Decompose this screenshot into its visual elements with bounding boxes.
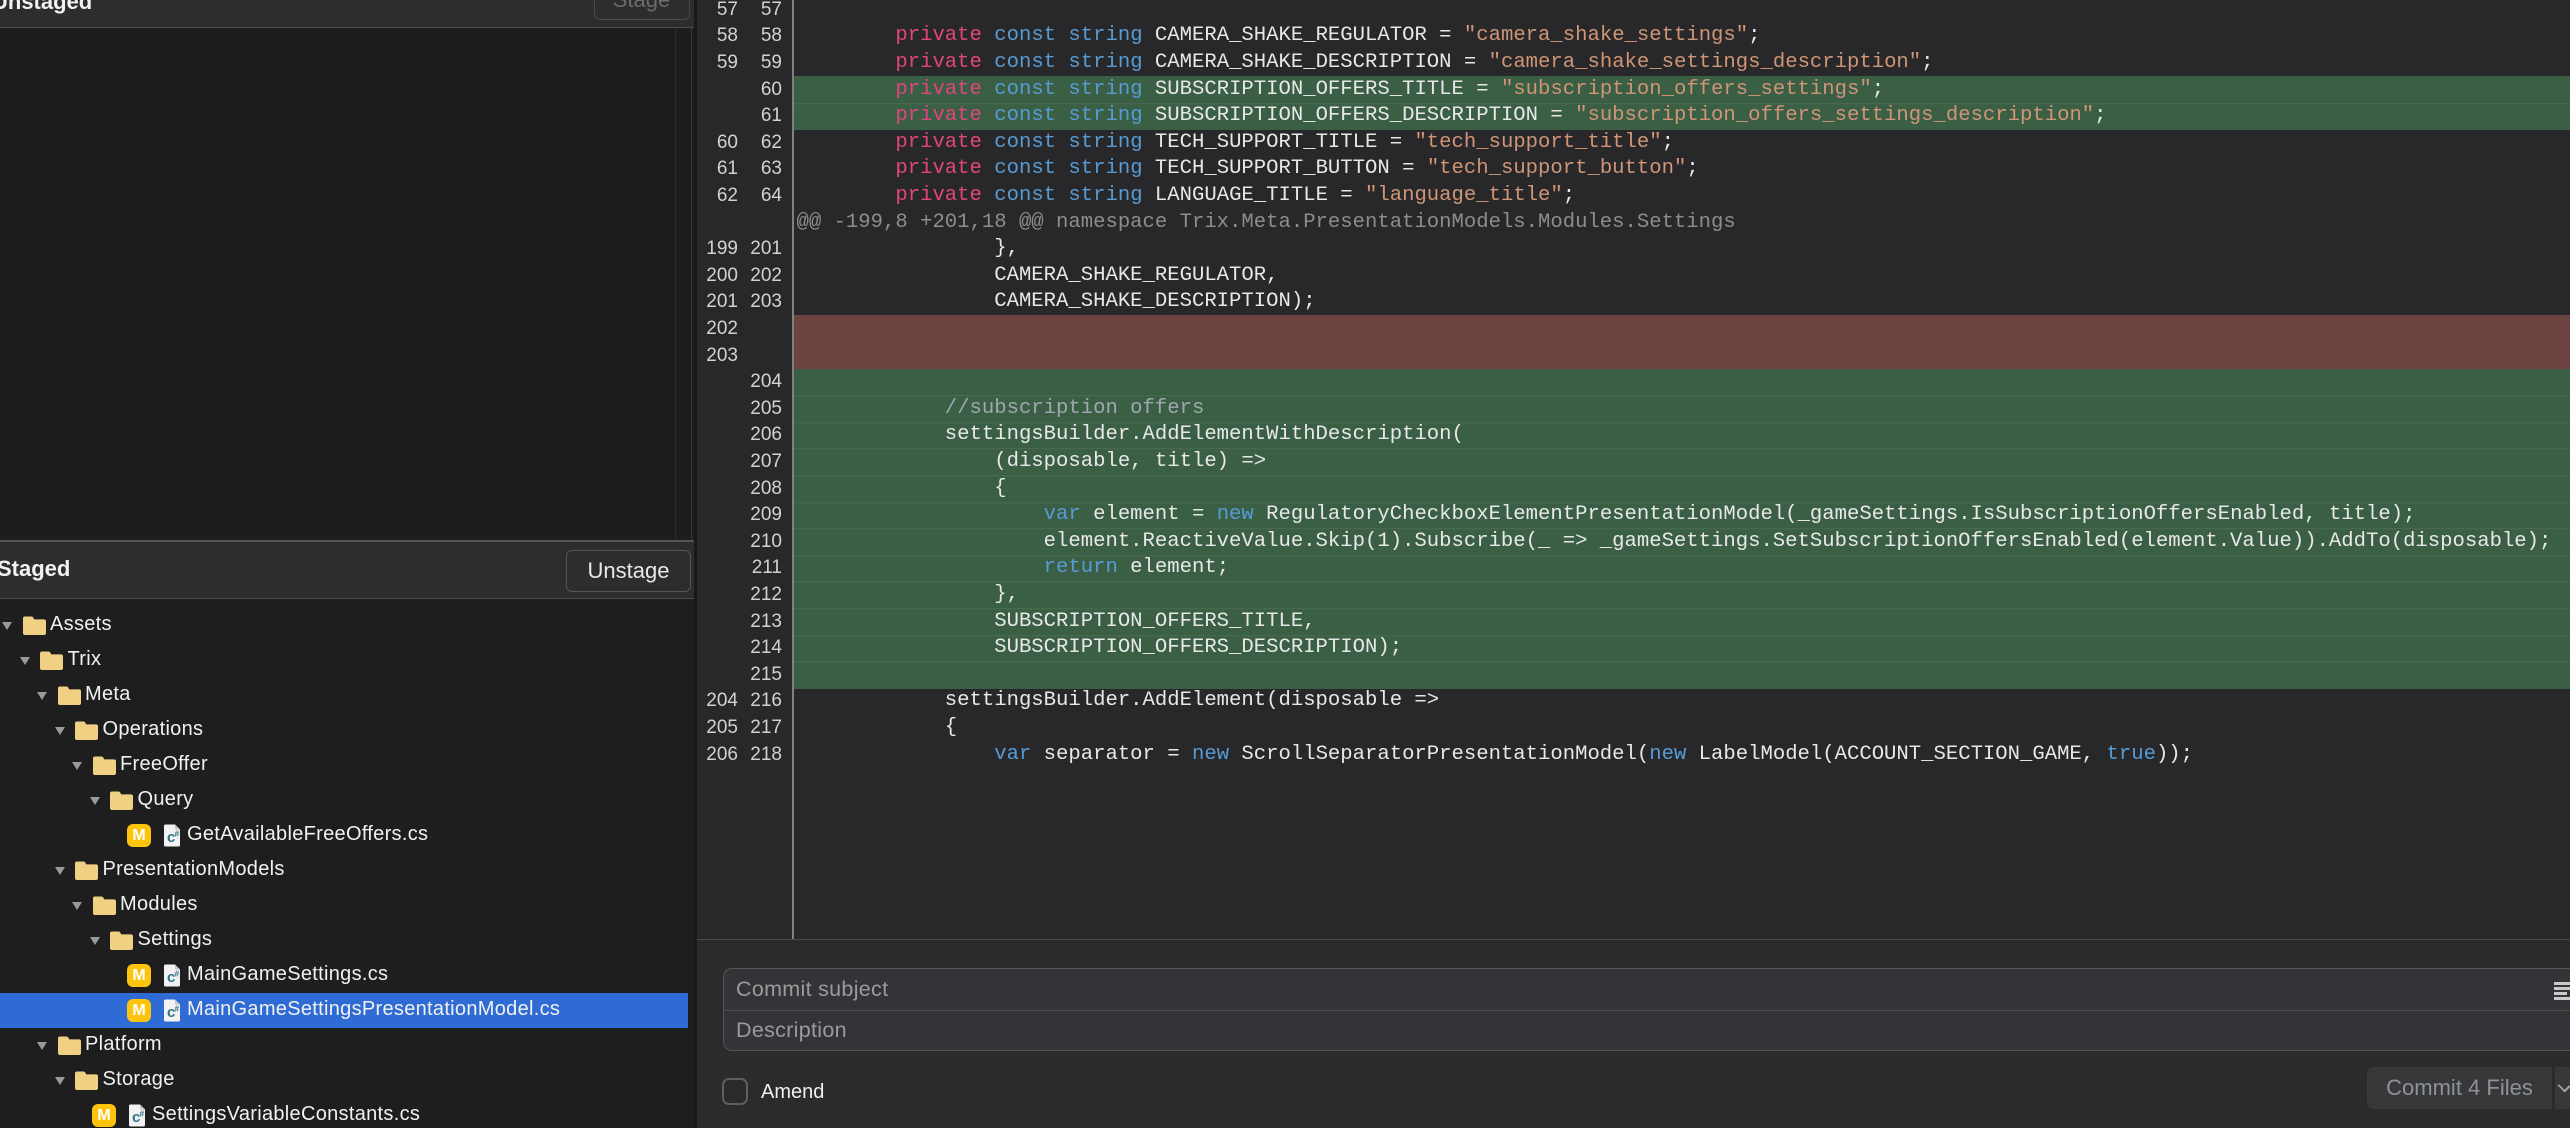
- svg-text:#: #: [139, 1108, 144, 1118]
- svg-text:#: #: [174, 968, 179, 978]
- svg-text:#: #: [174, 1003, 179, 1013]
- svg-text:#: #: [174, 828, 179, 838]
